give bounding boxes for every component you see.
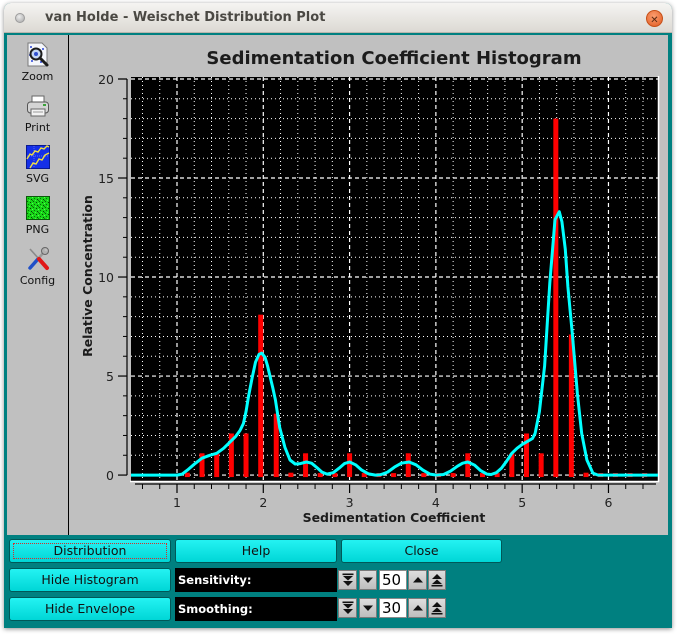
histogram-bar (347, 453, 353, 478)
window-body: Zoom Print SVG PNG Config Sedimentation … (4, 33, 672, 628)
y-tick-label: 20 (98, 72, 114, 87)
close-icon: ✕ (650, 15, 659, 26)
application-window: van Holde - Weischet Distribution Plot ✕… (4, 3, 672, 628)
svg-label: SVG (25, 172, 50, 185)
print-button[interactable]: Print (7, 93, 68, 139)
smoothing-decrease-fast-button[interactable] (338, 598, 357, 618)
histogram-bar (258, 314, 264, 478)
double-down-arrow-icon (342, 601, 353, 614)
histogram-bar (303, 453, 309, 478)
x-tick-label: 6 (604, 495, 612, 510)
x-tick-label: 1 (173, 495, 181, 510)
x-tick-label: 3 (346, 495, 354, 510)
distribution-button-label: Distribution (53, 543, 127, 558)
plot-panel: Sedimentation Coefficient Histogram 1 2 3 4… (69, 35, 668, 535)
zoom-button[interactable]: Zoom (7, 42, 68, 88)
close-window-button[interactable]: ✕ (646, 10, 663, 27)
sensitivity-decrease-button[interactable] (359, 570, 377, 590)
up-arrow-icon (412, 605, 423, 611)
histogram-bar (405, 453, 411, 478)
close-button[interactable]: Close (341, 539, 502, 563)
y-tick-label: 15 (98, 171, 114, 186)
y-tick-label: 0 (106, 468, 114, 483)
down-arrow-icon (363, 605, 373, 611)
smoothing-increase-fast-button[interactable] (428, 598, 446, 618)
config-button[interactable]: Config (7, 246, 68, 292)
smoothing-value-field[interactable]: 30 (379, 598, 407, 618)
print-label: Print (24, 121, 51, 134)
svg-export-button[interactable]: SVG (7, 144, 68, 190)
hide-histogram-label: Hide Histogram (41, 572, 139, 587)
sensitivity-increase-fast-button[interactable] (428, 570, 446, 590)
down-arrow-icon (363, 577, 373, 583)
printer-icon (26, 95, 49, 117)
histogram-bar (243, 433, 249, 478)
config-tools-icon (27, 247, 49, 270)
window-title: van Holde - Weischet Distribution Plot (45, 10, 326, 25)
up-arrow-icon (412, 577, 423, 583)
sensitivity-label: Sensitivity: (175, 568, 337, 592)
sensitivity-value-field[interactable]: 50 (379, 570, 407, 590)
histogram-bar (553, 118, 559, 478)
help-button-label: Help (241, 543, 271, 558)
hide-histogram-button[interactable]: Hide Histogram (9, 568, 171, 592)
plot-toolbar: Zoom Print SVG PNG Config (7, 35, 69, 535)
help-button[interactable]: Help (175, 539, 337, 563)
hide-envelope-label: Hide Envelope (44, 601, 136, 616)
distribution-button[interactable]: Distribution (9, 539, 171, 563)
hide-envelope-button[interactable]: Hide Envelope (9, 597, 171, 621)
histogram-bar (465, 453, 471, 478)
histogram-bar (391, 473, 397, 478)
close-button-label: Close (404, 543, 439, 558)
histogram-chart[interactable]: Sedimentation Coefficient Histogram 1 2 3 4… (69, 35, 668, 535)
y-tick-label: 5 (106, 369, 114, 384)
histogram-bar (450, 473, 456, 478)
histogram-bar (538, 453, 544, 478)
double-up-arrow-icon (431, 574, 443, 587)
png-export-button[interactable]: PNG (7, 195, 68, 241)
zoom-icon (27, 42, 48, 67)
histogram-bar (583, 472, 589, 478)
histogram-bar (421, 473, 427, 478)
smoothing-decrease-button[interactable] (359, 598, 377, 618)
smoothing-label: Smoothing: (175, 597, 337, 621)
sensitivity-decrease-fast-button[interactable] (338, 570, 357, 590)
x-tick-label: 4 (432, 495, 440, 510)
window-menu-icon[interactable] (15, 13, 25, 23)
double-up-arrow-icon (431, 602, 443, 615)
png-export-icon (25, 196, 50, 220)
y-axis-label: Relative Concentration (80, 195, 95, 357)
png-label: PNG (25, 223, 50, 236)
sensitivity-increase-button[interactable] (408, 570, 427, 590)
histogram-bar (214, 453, 220, 478)
x-tick-label: 2 (259, 495, 267, 510)
y-tick-label: 10 (98, 270, 114, 285)
chart-title: Sedimentation Coefficient Histogram (206, 48, 581, 69)
x-tick-label: 5 (518, 495, 526, 510)
double-down-arrow-icon (342, 573, 353, 586)
x-axis-label: Sedimentation Coefficient (303, 510, 486, 525)
svg-export-icon (25, 145, 50, 169)
histogram-bar (288, 472, 294, 478)
config-label: Config (19, 274, 56, 287)
smoothing-increase-button[interactable] (408, 598, 427, 618)
title-bar[interactable]: van Holde - Weischet Distribution Plot ✕ (4, 3, 672, 33)
zoom-label: Zoom (21, 70, 54, 83)
